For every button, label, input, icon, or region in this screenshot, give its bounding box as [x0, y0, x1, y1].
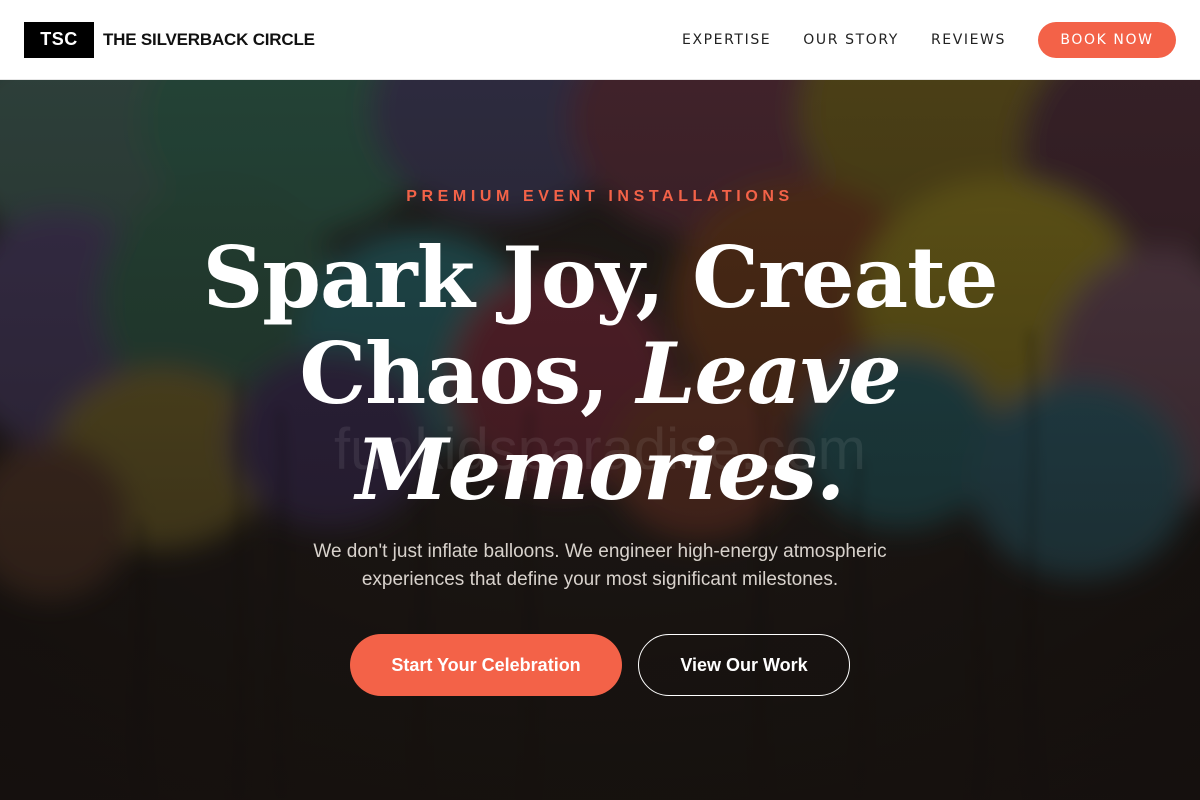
main-nav: EXPERTISE OUR STORY REVIEWS BOOK NOW — [650, 21, 1176, 58]
brand-logo[interactable]: TSC THE SILVERBACK CIRCLE — [24, 21, 315, 58]
site-header: TSC THE SILVERBACK CIRCLE EXPERTISE OUR … — [0, 0, 1200, 80]
headline-line-2-italic: Leave — [636, 324, 901, 423]
brand-name: THE SILVERBACK CIRCLE — [103, 29, 315, 49]
nav-link-reviews[interactable]: REVIEWS — [931, 32, 1006, 48]
brand-mark: TSC — [24, 21, 94, 58]
hero-headline: Spark Joy, Create Chaos, Leave Memories. — [150, 230, 1050, 518]
start-celebration-button[interactable]: Start Your Celebration — [350, 634, 622, 696]
hero-cta-group: Start Your Celebration View Our Work — [0, 634, 1200, 696]
nav-link-our-story[interactable]: OUR STORY — [803, 32, 899, 48]
hero-eyebrow: PREMIUM EVENT INSTALLATIONS — [406, 188, 794, 205]
view-our-work-button[interactable]: View Our Work — [638, 634, 850, 696]
book-now-button[interactable]: BOOK NOW — [1038, 21, 1176, 58]
hero-subtext: We don't just inflate balloons. We engin… — [313, 541, 887, 590]
headline-line-2: Chaos, — [299, 324, 637, 423]
nav-link-expertise[interactable]: EXPERTISE — [682, 32, 771, 48]
headline-line-1: Spark Joy, Create — [202, 228, 999, 327]
hero-section: funkidsparadise.com PREMIUM EVENT INSTAL… — [0, 80, 1200, 800]
headline-line-3: Memories. — [355, 420, 845, 519]
